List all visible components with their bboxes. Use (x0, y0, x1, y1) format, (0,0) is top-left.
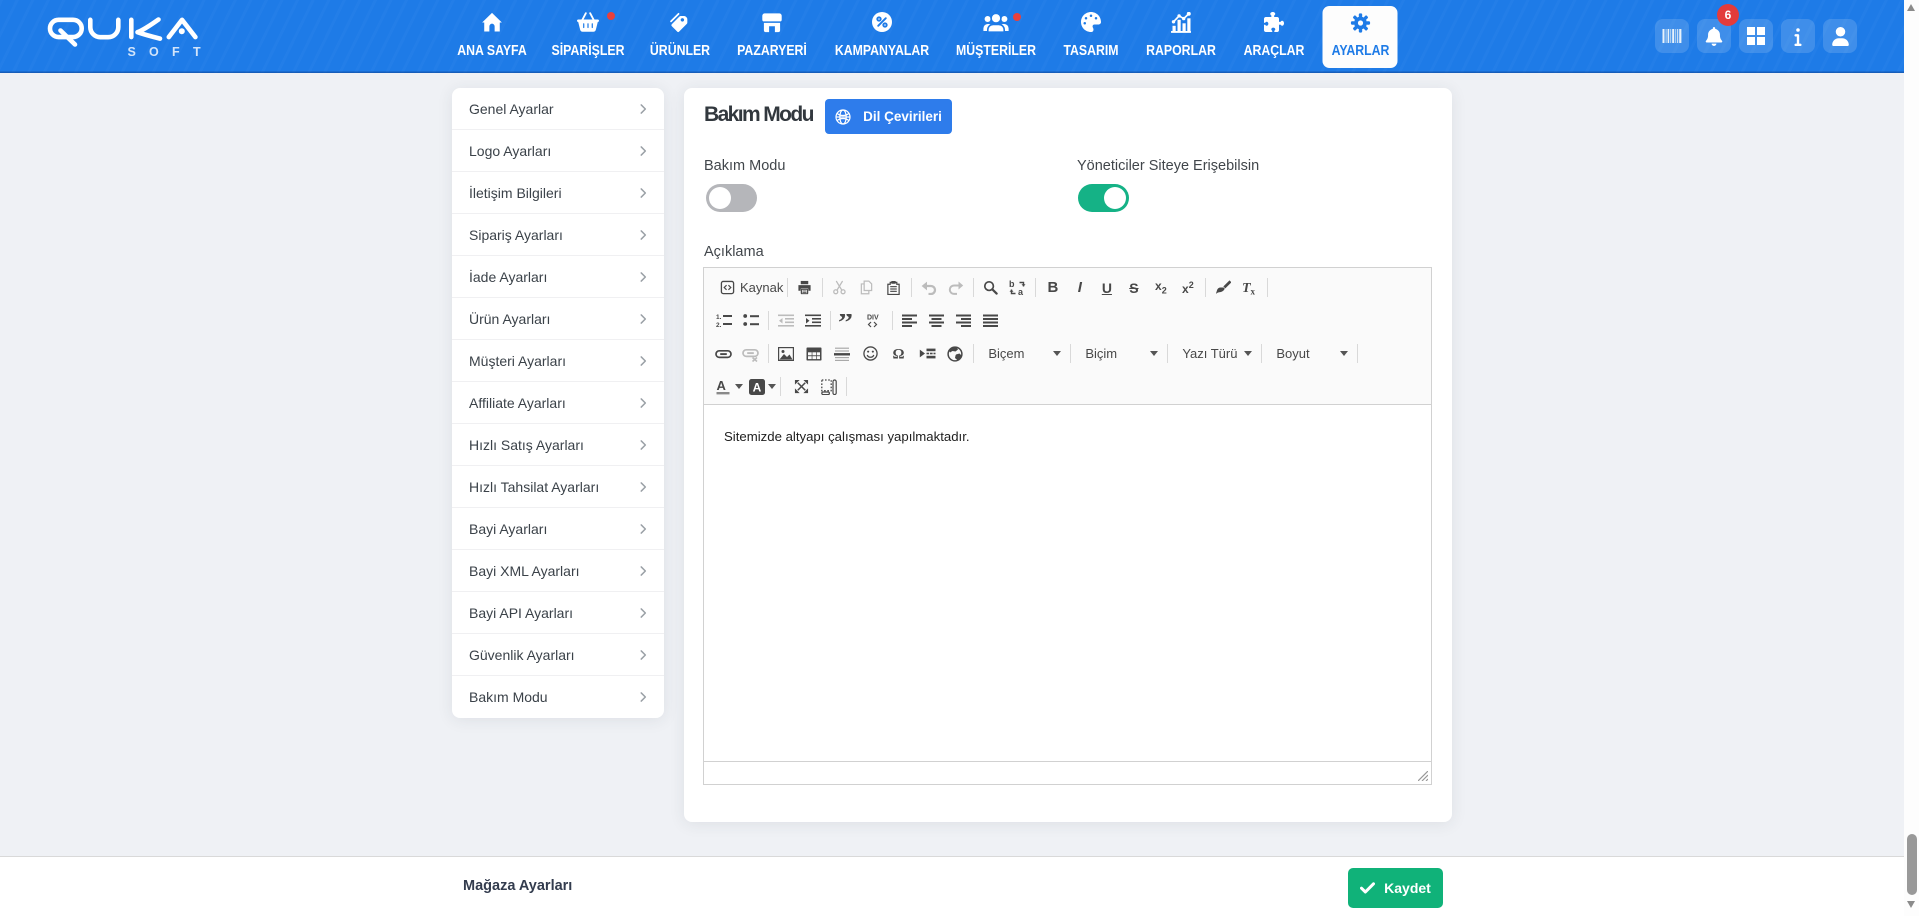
svg-text:b: b (1009, 280, 1015, 289)
svg-text:2.: 2. (716, 322, 722, 328)
svg-text:O: O (149, 45, 159, 59)
svg-text:a: a (1018, 287, 1024, 296)
svg-text:F: F (172, 45, 180, 59)
svg-text:T: T (193, 45, 201, 59)
svg-text:A: A (752, 380, 761, 394)
svg-text:1.: 1. (716, 314, 722, 321)
svg-text:DIV: DIV (867, 315, 879, 322)
svg-text:A: A (717, 379, 727, 393)
svg-text:Ω: Ω (893, 347, 905, 361)
svg-text:S: S (128, 45, 136, 59)
svg-text:x: x (1251, 287, 1256, 296)
svg-text:”: ” (839, 314, 853, 328)
